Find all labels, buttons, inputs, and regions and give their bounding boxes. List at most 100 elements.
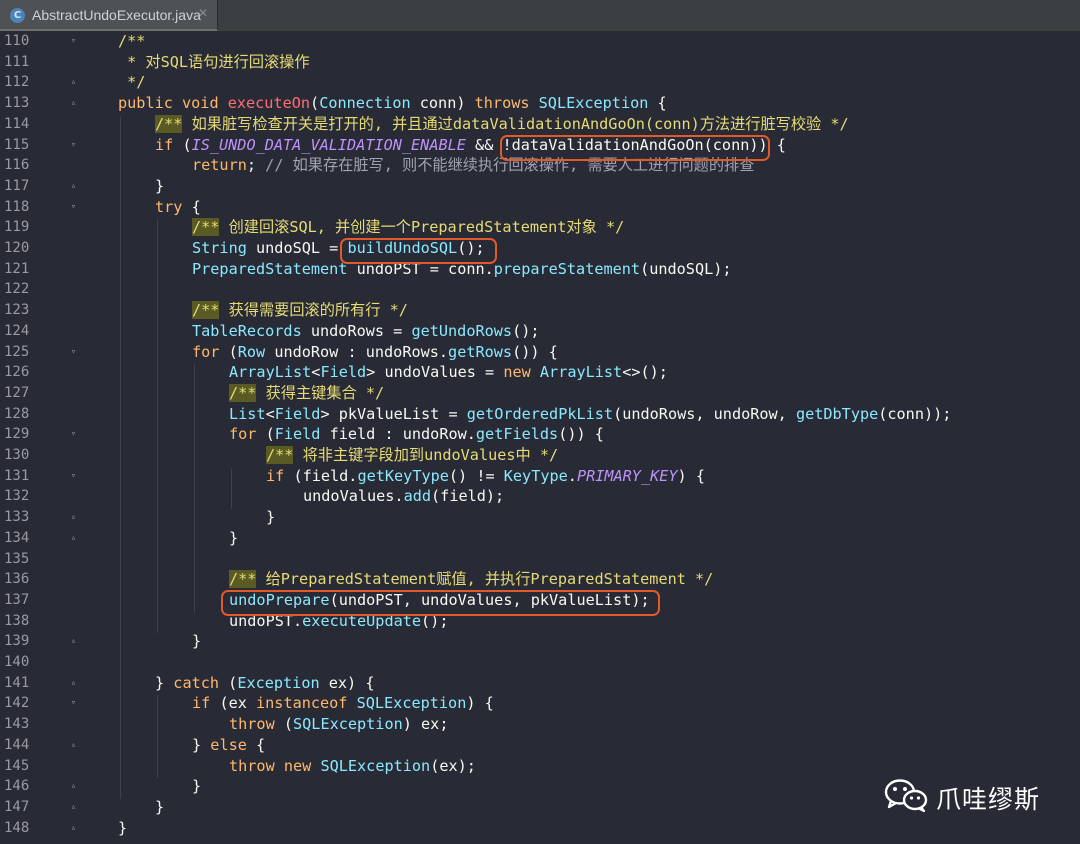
code-token: && [465, 135, 503, 154]
fold-marker-icon[interactable]: ▿ [69, 202, 78, 212]
code-line[interactable]: 123 /** 获得需要回滚的所有行 */ [0, 300, 1080, 321]
line-number: 126 [4, 364, 30, 381]
code-line[interactable]: 132 undoValues.add(field); [0, 486, 1080, 507]
code-text: */ [118, 72, 145, 93]
code-line[interactable]: 110 ▿ /** [0, 31, 1080, 52]
fold-marker-icon[interactable]: ▵ [69, 533, 78, 543]
code-line[interactable]: 130 /** 将非主键字段加到undoValues中 */ [0, 445, 1080, 466]
code-token: for [229, 425, 257, 444]
code-text: List<Field> pkValueList = getOrderedPkLi… [229, 404, 951, 425]
code-token: public [118, 94, 183, 113]
fold-marker-icon[interactable]: ▵ [69, 77, 78, 87]
line-number: 132 [4, 488, 30, 505]
line-number: 141 [4, 674, 30, 691]
code-line[interactable]: 144 ▵} else { [0, 735, 1080, 756]
code-token: if [266, 466, 285, 485]
fold-marker-icon[interactable]: ▿ [69, 429, 78, 439]
close-icon[interactable]: ✕ [198, 6, 208, 20]
code-token: SQLException [320, 756, 431, 775]
code-token: getOrderedPkList [466, 404, 614, 423]
fold-marker-icon[interactable]: ▵ [69, 781, 78, 791]
fold-marker-icon[interactable]: ▵ [69, 512, 78, 522]
code-token: /** [229, 383, 257, 402]
code-line[interactable]: 112 ▵ */ [0, 72, 1080, 93]
code-token: 给PreparedStatement赋值, 并执行PreparedStateme… [256, 570, 714, 589]
code-token: > undoValues = [366, 363, 504, 382]
code-line[interactable]: 131 ▿ if (field.getKeyType() != KeyType.PR… [0, 466, 1080, 487]
code-line[interactable]: 122 [0, 279, 1080, 300]
code-token: /** [192, 218, 220, 237]
code-token: new [283, 756, 321, 775]
code-token: { [246, 735, 266, 754]
code-text: undoValues.add(field); [303, 486, 504, 507]
code-line[interactable]: 128 List<Field> pkValueList = getOrderedP… [0, 404, 1080, 425]
code-token: throw [229, 715, 275, 734]
fold-marker-icon[interactable]: ▿ [69, 471, 78, 481]
code-line[interactable]: 145 throw new SQLException(ex); [0, 756, 1080, 777]
code-line[interactable]: 113 ▵ public void executeOn(Connection con… [0, 93, 1080, 114]
fold-marker-icon[interactable]: ▿ [69, 36, 78, 46]
code-line[interactable]: 140 [0, 652, 1080, 673]
code-token: SQLException [356, 694, 467, 713]
code-token: undoSQL = [246, 239, 348, 257]
code-token: (ex); [430, 756, 476, 775]
code-line[interactable]: 117 ▵} [0, 176, 1080, 197]
code-line[interactable]: 121 PreparedStatement undoPST = conn.prep… [0, 259, 1080, 280]
code-line[interactable]: 124 TableRecords undoRows = getUndoRows()… [0, 321, 1080, 342]
fold-marker-icon[interactable]: ▿ [69, 347, 78, 357]
code-line[interactable]: 126 ArrayList<Field> undoValues = new Arr… [0, 362, 1080, 383]
code-line[interactable]: 148 ▵} [0, 818, 1080, 839]
file-tab[interactable]: C AbstractUndoExecutor.java ✕ [0, 0, 218, 31]
code-line[interactable]: 129 ▿ for (Field field : undoRow.getFields… [0, 424, 1080, 445]
code-token: IS_UNDO_DATA_VALIDATION_ENABLE [191, 135, 466, 154]
code-text: /** 获得需要回滚的所有行 */ [192, 300, 408, 321]
code-line[interactable]: 119 /** 创建回滚SQL, 并创建一个PreparedStatement对象… [0, 217, 1080, 238]
code-token: } [118, 818, 128, 837]
code-token: ( [310, 94, 320, 113]
code-token: Connection [319, 94, 411, 113]
code-line[interactable]: 133 ▵} [0, 507, 1080, 528]
code-line[interactable]: 118 ▿ try { [0, 197, 1080, 218]
fold-marker-icon[interactable]: ▿ [69, 140, 78, 150]
line-number: 113 [4, 95, 30, 112]
code-token: <>(); [622, 363, 668, 382]
code-token: ArrayList [539, 363, 623, 382]
code-token: conn) [410, 94, 475, 113]
code-line[interactable]: 111 * 对SQL语句进行回滚操作 [0, 52, 1080, 73]
highlight-box-build-undo-sql [340, 238, 497, 264]
fold-marker-icon[interactable]: ▿ [69, 698, 78, 708]
fold-marker-icon[interactable]: ▵ [69, 740, 78, 750]
code-token: throws [474, 94, 539, 113]
code-line[interactable]: 134 ▵} [0, 528, 1080, 549]
line-number: 146 [4, 778, 30, 795]
code-token: (undoSQL); [640, 259, 732, 278]
code-token: 创建回滚SQL, 并创建一个PreparedStatement对象 */ [219, 218, 625, 237]
code-line[interactable]: 143 throw (SQLException) ex; [0, 714, 1080, 735]
code-line[interactable]: 136 /** 给PreparedStatement赋值, 并执行Prepared… [0, 569, 1080, 590]
line-number: 138 [4, 612, 30, 629]
code-token: () != [448, 466, 504, 485]
fold-marker-icon[interactable]: ▵ [69, 823, 78, 833]
code-token: Field [320, 363, 367, 382]
code-line[interactable]: 125 ▿ for (Row undoRow : undoRows.getRows(… [0, 342, 1080, 363]
code-line[interactable]: 142 ▿ if (ex instanceof SQLException) { [0, 693, 1080, 714]
code-text: } [118, 818, 127, 839]
line-number: 143 [4, 716, 30, 733]
file-tab-title: AbstractUndoExecutor.java [32, 7, 201, 23]
code-token: Field [274, 425, 321, 444]
code-token: ( [219, 342, 238, 361]
code-line[interactable]: 141 ▵} catch (Exception ex) { [0, 673, 1080, 694]
code-token: ( [274, 715, 294, 734]
fold-marker-icon[interactable]: ▵ [69, 98, 78, 108]
code-line[interactable]: 139 ▵} [0, 631, 1080, 652]
fold-marker-icon[interactable]: ▵ [69, 802, 78, 812]
fold-marker-icon[interactable]: ▵ [69, 636, 78, 646]
line-number: 140 [4, 654, 30, 670]
fold-marker-icon[interactable]: ▵ [69, 678, 78, 688]
code-line[interactable]: 114 /** 如果脏写检查开关是打开的, 并且通过dataValidationA… [0, 114, 1080, 135]
line-number: 144 [4, 736, 30, 753]
code-line[interactable]: 135 [0, 549, 1080, 570]
code-line[interactable]: 127 /** 获得主键集合 */ [0, 383, 1080, 404]
fold-marker-icon[interactable]: ▵ [69, 181, 78, 191]
code-line[interactable]: 120 String undoSQL = buildUndoSQL(); [0, 238, 1080, 259]
